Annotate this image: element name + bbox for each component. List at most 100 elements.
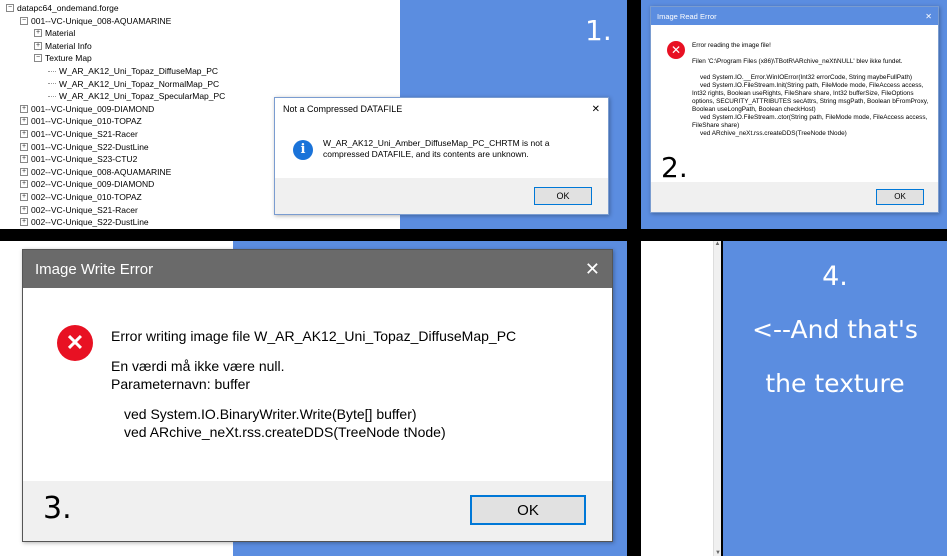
tree-root-label: datapc64_ondemand.forge — [17, 3, 119, 13]
dialog-message: W_AR_AK12_Uni_Amber_DiffuseMap_PC_CHRTM … — [323, 138, 550, 159]
collapse-icon[interactable]: − — [34, 54, 42, 63]
expand-icon[interactable]: + — [20, 130, 28, 138]
tree-item-label: W_AR_AK12_Uni_Topaz_DiffuseMap_PC — [59, 66, 219, 76]
tree-item[interactable]: − Texture Map — [34, 52, 92, 64]
tree-item-label: 001--VC-Unique_009-DIAMOND — [31, 103, 155, 114]
expand-icon[interactable]: + — [20, 193, 28, 201]
tree-item[interactable]: −001--VC-Unique_008-AQUAMARINE — [20, 15, 171, 27]
tree-item[interactable]: +002--VC-Unique_008-AQUAMARINE — [20, 166, 171, 178]
close-icon[interactable]: ✕ — [925, 12, 932, 21]
tree-connector — [48, 83, 56, 85]
error-heading: Error reading the image file! — [692, 42, 771, 49]
image-read-error-dialog: Image Read Error ✕ ✕ Error reading the i… — [650, 6, 939, 213]
tree-item-label: W_AR_AK12_Uni_Topaz_SpecularMap_PC — [59, 91, 226, 102]
error-line: Filen 'C:\Program Files (x86)\TBotR\ARch… — [692, 58, 903, 65]
white-background — [641, 241, 721, 556]
stack-line: ved System.IO.__Error.WinIOError(Int32 e… — [700, 74, 913, 81]
tree-connector — [48, 70, 56, 72]
collapse-icon[interactable]: − — [20, 16, 28, 25]
dialog-body: Error reading the image file! Filen 'C:\… — [692, 42, 932, 138]
tree-item[interactable]: + Material — [34, 27, 75, 39]
error-icon: ✕ — [667, 41, 685, 59]
tree-item[interactable]: +002--VC-Unique_S22-DustLine — [20, 216, 149, 228]
expand-icon[interactable]: + — [20, 218, 28, 227]
error-line-2: Parameternavn: buffer — [111, 376, 251, 392]
caption-line-1: <--And that's — [752, 315, 918, 344]
dialog-title: Image Read Error — [657, 11, 717, 21]
expand-icon[interactable]: + — [34, 29, 42, 38]
stack-trace: ved System.IO.__Error.WinIOError(Int32 e… — [692, 74, 932, 138]
expand-icon[interactable]: + — [20, 205, 28, 214]
error-heading: Error writing image file W_AR_AK12_Uni_T… — [111, 328, 517, 344]
error-icon: ✕ — [57, 325, 93, 361]
tree-item[interactable]: +002--VC-Unique_S21-Racer — [20, 204, 138, 216]
tree-item[interactable]: +001--VC-Unique_S23-CTU2 — [20, 153, 137, 165]
tree-item-label: W_AR_AK12_Uni_Topaz_NormalMap_PC — [59, 78, 220, 89]
tree-item[interactable]: +001--VC-Unique_S22-DustLine — [20, 141, 149, 153]
panel-3: Image Write Error ✕ ✕ Error writing imag… — [0, 241, 627, 556]
stack-line: ved System.IO.FileStream..ctor(String pa… — [692, 114, 928, 129]
tree-item-label: 002--VC-Unique_009-DIAMOND — [31, 179, 155, 190]
panel-4: ▲ ▼ 4. <--And that's the texture — [641, 241, 947, 556]
expand-icon[interactable]: + — [20, 117, 28, 126]
tree-root[interactable]: − datapc64_ondemand.forge — [6, 2, 119, 14]
stack-line-1: ved System.IO.BinaryWriter.Write(Byte[] … — [124, 406, 417, 422]
tree-item-label: 001--VC-Unique_S21-Racer — [31, 129, 138, 139]
tree-item-label: 001--VC-Unique_008-AQUAMARINE — [31, 15, 172, 26]
close-icon[interactable]: ✕ — [585, 259, 600, 280]
expand-icon[interactable]: + — [20, 142, 28, 151]
expand-icon[interactable]: + — [20, 155, 28, 164]
scroll-down-icon[interactable]: ▼ — [714, 550, 722, 556]
scroll-up-icon[interactable]: ▲ — [714, 241, 721, 247]
dialog-footer: 3. OK — [23, 481, 612, 541]
step-number: 2. — [661, 151, 688, 184]
tree-item[interactable]: W_AR_AK12_Uni_Topaz_DiffuseMap_PC — [48, 65, 218, 77]
expand-icon[interactable]: + — [20, 180, 28, 189]
tree-item[interactable]: W_AR_AK12_Uni_Topaz_NormalMap_PC — [48, 78, 219, 90]
expand-icon[interactable]: + — [34, 41, 42, 50]
tree-item[interactable]: + Material Info — [34, 40, 92, 52]
stack-line: ved ARchive_neXt.rss.createDDS(TreeNode … — [700, 130, 847, 137]
step-number: 4. — [822, 261, 848, 292]
ok-button[interactable]: OK — [534, 187, 592, 205]
error-line-1: En værdi må ikke være null. — [111, 358, 285, 374]
stack-line-2: ved ARchive_neXt.rss.createDDS(TreeNode … — [124, 424, 446, 440]
close-icon[interactable]: ✕ — [592, 104, 600, 115]
tree-item[interactable]: W_AR_AK12_Uni_Topaz_SpecularMap_PC — [48, 90, 225, 102]
image-write-error-dialog: Image Write Error ✕ ✕ Error writing imag… — [22, 249, 613, 542]
dialog-titlebar: Image Read Error ✕ — [651, 7, 938, 25]
tree-item[interactable]: +001--VC-Unique_009-DIAMOND — [20, 103, 154, 115]
panel-1: − datapc64_ondemand.forge −001--VC-Uniqu… — [0, 0, 627, 229]
tree-item-label: 001--VC-Unique_010-TOPAZ — [31, 116, 142, 127]
info-icon: i — [293, 140, 313, 160]
tree-item-label: Material Info — [45, 40, 92, 51]
expand-icon[interactable]: + — [20, 167, 28, 176]
tree-item-label: 001--VC-Unique_S23-CTU2 — [31, 154, 138, 165]
dialog-title: Not a Compressed DATAFILE — [283, 104, 403, 114]
tree-item-label: 002--VC-Unique_S22-DustLine — [31, 217, 149, 228]
step-number: 3. — [43, 491, 72, 526]
tree-item[interactable]: +002--VC-Unique_009-DIAMOND — [20, 178, 154, 190]
tree-item[interactable]: +001--VC-Unique_010-TOPAZ — [20, 115, 142, 127]
blue-background: 4. <--And that's the texture — [723, 241, 947, 556]
ok-button[interactable]: OK — [470, 495, 586, 525]
caption-line-2: the texture — [765, 369, 905, 398]
dialog-titlebar: Not a Compressed DATAFILE ✕ — [275, 98, 608, 120]
step-number: 1. — [585, 14, 612, 47]
expand-icon[interactable]: + — [20, 104, 28, 113]
tree-item-label: 002--VC-Unique_S21-Racer — [31, 204, 138, 215]
tree-item[interactable]: +001--VC-Unique_S21-Racer — [20, 128, 138, 140]
tree-connector — [48, 95, 56, 97]
tree-item-label: 001--VC-Unique_S22-DustLine — [31, 141, 149, 152]
panel-2: Image Read Error ✕ ✕ Error reading the i… — [641, 0, 947, 229]
tree-item-label: 002--VC-Unique_008-AQUAMARINE — [31, 166, 172, 177]
collapse-icon[interactable]: − — [6, 4, 14, 12]
dialog-footer: OK — [651, 182, 938, 212]
tree-item-label: 002--VC-Unique_010-TOPAZ — [31, 192, 142, 202]
tree-item[interactable]: +002--VC-Unique_010-TOPAZ — [20, 191, 142, 203]
tree-item-label: Material — [45, 28, 76, 39]
dialog-body: Error writing image file W_AR_AK12_Uni_T… — [111, 327, 606, 441]
scrollbar[interactable]: ▲ ▼ — [713, 241, 721, 556]
dialog-titlebar: Image Write Error ✕ — [23, 250, 612, 288]
ok-button[interactable]: OK — [876, 189, 924, 205]
